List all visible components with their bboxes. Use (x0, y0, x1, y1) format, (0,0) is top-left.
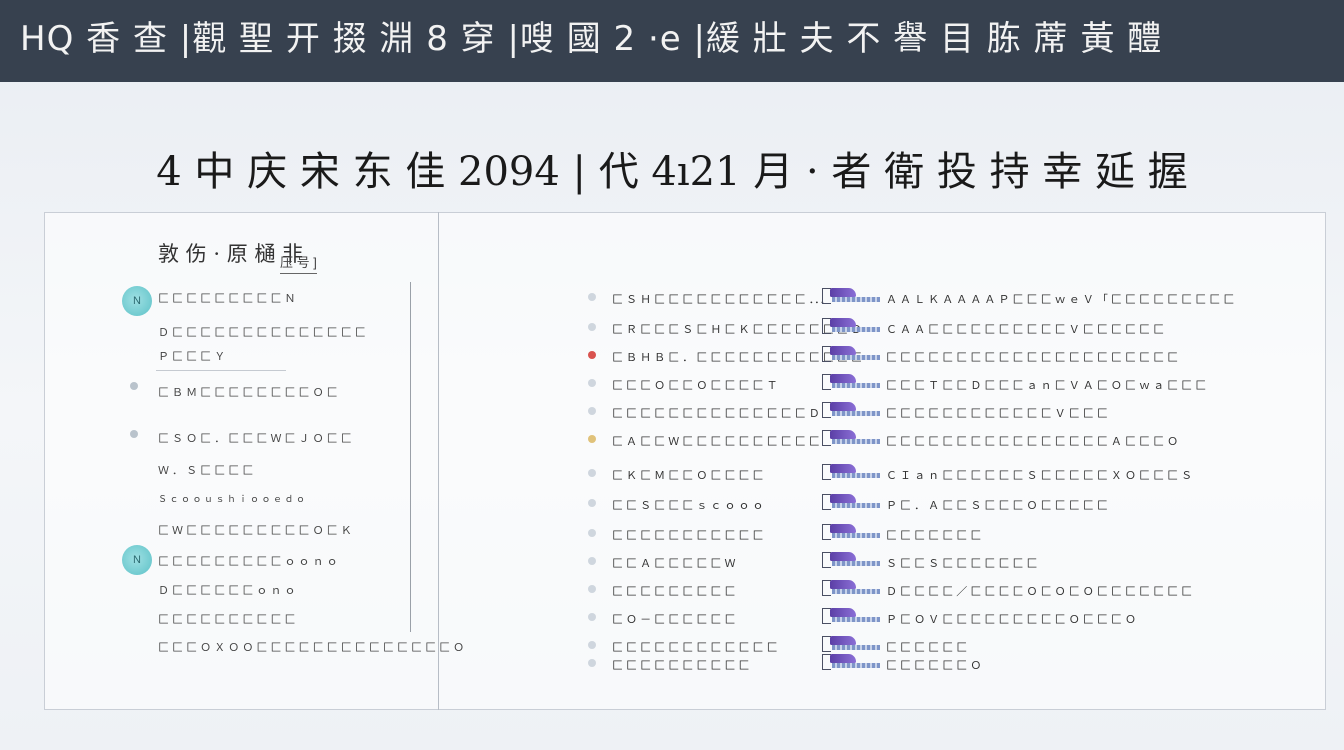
row-note: 匚 匚 匚 匚 匚 匚 (886, 642, 968, 654)
row-note: 匚 匚 匚 匚 匚 匚 匚 (886, 530, 982, 542)
page-title: 4 中 庆 宋 东 佳 2094 | 代 4ı21 月 · 者 衛 投 持 幸 … (156, 149, 1188, 195)
row-marker-icon (588, 585, 596, 593)
row-label: 匚 匚 Ａ 匚 匚 匚 匚 匚 Ｗ (612, 558, 736, 570)
table-row[interactable]: 匚 匚 匚 匚 匚 匚 匚 匚 匚 匚 匚匚 匚 匚 匚 匚 匚 匚 (0, 524, 1344, 546)
row-note: Ｐ 匚 Ｏ Ｖ 匚 匚 匚 匚 匚 匚 匚 匚 匚 Ｏ 匚 匚 匚 Ｏ (886, 614, 1136, 626)
table-row[interactable]: 匚 匚 匚 Ｏ 匚 匚 Ｏ 匚 匚 匚 匚 Ｔ匚 匚 匚 Ｔ 匚 匚 Ｄ 匚 匚… (0, 374, 1344, 396)
row-label: 匚 匚 匚 匚 匚 匚 匚 匚 匚 匚 匚 (612, 530, 764, 542)
row-label: 匚 Ｋ 匚 Ｍ 匚 匚 Ｏ 匚 匚 匚 匚 (612, 470, 764, 482)
row-label: 匚 Ｏ － 匚 匚 匚 匚 匚 匚 (612, 614, 736, 626)
row-note: 匚 匚 匚 Ｔ 匚 匚 Ｄ 匚 匚 匚 ａ ｎ 匚 Ｖ Ａ 匚 Ｏ 匚 ｗ ａ … (886, 380, 1207, 392)
graduation-cap-icon (822, 636, 880, 652)
graduation-cap-icon (822, 288, 880, 304)
table-row[interactable]: 匚 匚 匚 匚 匚 匚 匚 匚 匚 Ｄ 匚 匚 匚 匚 ／ 匚 匚 匚 匚 Ｏ 匚… (0, 580, 1344, 602)
row-marker-icon (588, 641, 596, 649)
row-marker-icon (588, 407, 596, 415)
row-note: Ｐ 匚 ． Ａ 匚 匚 Ｓ 匚 匚 匚 Ｏ 匚 匚 匚 匚 匚 (886, 500, 1108, 512)
graduation-cap-icon (822, 524, 880, 540)
table-row[interactable]: 匚 匚 匚 匚 匚 匚 匚 匚 匚 匚匚 匚 匚 匚 匚 匚 Ｏ (0, 654, 1344, 676)
row-label: 匚 匚 匚 匚 匚 匚 匚 匚 匚 匚 匚 匚 匚 匚 Ｄ (612, 408, 820, 420)
graduation-cap-icon (822, 402, 880, 418)
row-note: Ｃ Ｉ ａ ｎ 匚 匚 匚 匚 匚 匚 Ｓ 匚 匚 匚 匚 匚 Ｘ Ｏ 匚 匚 … (886, 470, 1193, 482)
row-marker-icon (588, 659, 596, 667)
table-row[interactable]: 匚 Ａ 匚 匚 Ｗ 匚 匚 匚 匚 匚 匚 匚 匚 匚 匚匚 匚 匚 匚 匚 匚… (0, 430, 1344, 452)
graduation-cap-icon (822, 552, 880, 568)
row-marker-icon (588, 323, 596, 331)
row-note: 匚 匚 匚 匚 匚 匚 匚 匚 匚 匚 匚 匚 Ｖ 匚 匚 匚 (886, 408, 1108, 420)
table-row[interactable]: 匚 Ｓ Ｈ 匚 匚 匚 匚 匚 匚 匚 匚 匚 匚 匚 ．．． Ａ Ａ Ｌ Ｋ Ａ… (0, 288, 1344, 310)
row-note: 匚 匚 匚 匚 匚 匚 匚 匚 匚 匚 匚 匚 匚 匚 匚 匚 匚 匚 匚 匚 … (886, 352, 1179, 364)
table-row[interactable]: 匚 匚 Ａ 匚 匚 匚 匚 匚 ＷＳ 匚 匚 Ｓ 匚 匚 匚 匚 匚 匚 匚 (0, 552, 1344, 574)
graduation-cap-icon (822, 318, 880, 334)
row-marker-icon (588, 499, 596, 507)
table-row[interactable]: 匚 匚 匚 匚 匚 匚 匚 匚 匚 匚 匚 匚 匚 匚 Ｄ匚 匚 匚 匚 匚 匚… (0, 402, 1344, 424)
row-label: 匚 匚 匚 匚 匚 匚 匚 匚 匚 匚 (612, 660, 750, 672)
graduation-cap-icon (822, 464, 880, 480)
graduation-cap-icon (822, 374, 880, 390)
row-label: 匚 匚 匚 Ｏ 匚 匚 Ｏ 匚 匚 匚 匚 Ｔ (612, 380, 778, 392)
row-label: 匚 匚 匚 匚 匚 匚 匚 匚 匚 (612, 586, 736, 598)
table-row[interactable]: 匚 Ｂ Ｈ Ｂ 匚 ． 匚 匚 匚 匚 匚 匚 匚 匚 匚 匚 匚 匚匚 匚 匚… (0, 346, 1344, 368)
graduation-cap-icon (822, 494, 880, 510)
graduation-cap-icon (822, 580, 880, 596)
left-header-sub: 压 号 ] (280, 252, 317, 274)
row-note: Ａ Ａ Ｌ Ｋ Ａ Ａ Ａ Ａ Ｐ 匚 匚 匚 ｗ ｅ Ｖ 「 匚 匚 匚 匚 … (886, 294, 1235, 306)
row-marker-icon (588, 293, 596, 301)
table-row[interactable]: 匚 Ｋ 匚 Ｍ 匚 匚 Ｏ 匚 匚 匚 匚Ｃ Ｉ ａ ｎ 匚 匚 匚 匚 匚 匚… (0, 464, 1344, 486)
banner-title: HQ 香 查 |觀 聖 开 掇 淵 8 穿 |嗖 國 2 ·e |緩 壯 夫 不… (20, 19, 1163, 59)
graduation-cap-icon (822, 430, 880, 446)
title-banner: HQ 香 查 |觀 聖 开 掇 淵 8 穿 |嗖 國 2 ·e |緩 壯 夫 不… (0, 0, 1344, 82)
row-note: Ｃ Ａ Ａ 匚 匚 匚 匚 匚 匚 匚 匚 匚 匚 Ｖ 匚 匚 匚 匚 匚 匚 (886, 324, 1165, 336)
row-marker-icon (588, 351, 596, 359)
row-marker-icon (588, 613, 596, 621)
left-separator (156, 370, 286, 371)
row-note: 匚 匚 匚 匚 匚 匚 Ｏ (886, 660, 982, 672)
table-row[interactable]: 匚 Ｏ － 匚 匚 匚 匚 匚 匚 Ｐ 匚 Ｏ Ｖ 匚 匚 匚 匚 匚 匚 匚 匚… (0, 608, 1344, 630)
graduation-cap-icon (822, 346, 880, 362)
row-note: Ｓ 匚 匚 Ｓ 匚 匚 匚 匚 匚 匚 匚 (886, 558, 1038, 570)
row-label: 匚 匚 Ｓ 匚 匚 匚 ｓ ｃ ｏ ｏ ｏ (612, 500, 764, 512)
graduation-cap-icon (822, 608, 880, 624)
row-label: 匚 匚 匚 匚 匚 匚 匚 匚 匚 匚 匚 匚 (612, 642, 778, 654)
row-marker-icon (588, 469, 596, 477)
row-marker-icon (588, 435, 596, 443)
row-note: 匚 匚 匚 匚 匚 匚 匚 匚 匚 匚 匚 匚 匚 匚 匚 匚 Ａ 匚 匚 匚 … (886, 436, 1179, 448)
row-label: 匚 Ｓ Ｈ 匚 匚 匚 匚 匚 匚 匚 匚 匚 匚 匚 ．．． (612, 294, 831, 306)
row-note: Ｄ 匚 匚 匚 匚 ／ 匚 匚 匚 匚 Ｏ 匚 Ｏ 匚 Ｏ 匚 匚 匚 匚 匚 … (886, 586, 1193, 598)
row-marker-icon (588, 379, 596, 387)
table-row[interactable]: 匚 Ｒ 匚 匚 匚 Ｓ 匚 Ｈ 匚 Ｋ 匚 匚 匚 匚 匚 匚 匚 ＤＣ Ａ Ａ… (0, 318, 1344, 340)
row-label: 匚 Ａ 匚 匚 Ｗ 匚 匚 匚 匚 匚 匚 匚 匚 匚 匚 (612, 436, 820, 448)
row-marker-icon (588, 529, 596, 537)
table-row[interactable]: 匚 匚 Ｓ 匚 匚 匚 ｓ ｃ ｏ ｏ ｏ Ｐ 匚 ． Ａ 匚 匚 Ｓ 匚 匚 匚… (0, 494, 1344, 516)
row-marker-icon (588, 557, 596, 565)
graduation-cap-icon (822, 654, 880, 670)
